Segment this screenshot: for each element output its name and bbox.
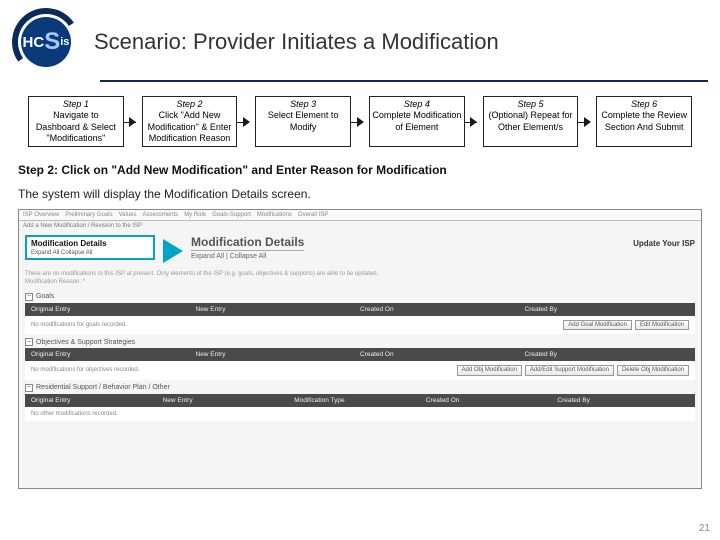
page-number: 21 bbox=[699, 523, 710, 534]
step-flow: Step 1 Navigate to Dashboard & Select "M… bbox=[0, 82, 720, 157]
delete-obj-button[interactable]: Delete Obj Modification bbox=[617, 365, 689, 376]
add-support-button[interactable]: Add/Edit Support Modification bbox=[525, 365, 614, 376]
ss-expand-collapse: Expand All | Collapse All bbox=[191, 253, 695, 260]
ss-section-goals: − Goals bbox=[25, 291, 695, 303]
add-goal-button[interactable]: Add Goal Modification bbox=[563, 320, 632, 331]
step-1: Step 1 Navigate to Dashboard & Select "M… bbox=[28, 96, 124, 147]
ss-subtab: Add a New Modification / Revision to the… bbox=[19, 221, 701, 231]
callout-arrow-icon bbox=[155, 235, 191, 263]
collapse-icon: − bbox=[25, 338, 33, 346]
collapse-icon: − bbox=[25, 384, 33, 392]
edit-mod-button[interactable]: Edit Modification bbox=[635, 320, 689, 331]
ss-section-objectives: − Objectives & Support Strategies bbox=[25, 336, 695, 348]
empty-row-text: No modifications for goals recorded. bbox=[31, 322, 127, 328]
ss-section-residential: − Residential Support / Behavior Plan / … bbox=[25, 382, 695, 394]
ss-update-label: Update Your ISP bbox=[633, 239, 695, 248]
collapse-icon: − bbox=[25, 293, 33, 301]
page-title: Scenario: Provider Initiates a Modificat… bbox=[80, 29, 708, 55]
empty-row-text: No other modifications recorded. bbox=[31, 411, 118, 417]
ss-tabs: ISP Overview Preliminary Goals Values As… bbox=[19, 210, 701, 221]
highlight-left-panel: Modification Details Expand All Collapse… bbox=[25, 235, 155, 260]
step-6: Step 6 Complete the Review Section And S… bbox=[596, 96, 692, 147]
step-4: Step 4 Complete Modification of Element bbox=[369, 96, 465, 147]
table-header: Original Entry New Entry Modification Ty… bbox=[25, 394, 695, 407]
embedded-screenshot: ISP Overview Preliminary Goals Values As… bbox=[18, 209, 702, 489]
table-header: Original Entry New Entry Created On Crea… bbox=[25, 303, 695, 316]
empty-row-text: No modifications for objectives recorded… bbox=[31, 367, 139, 373]
add-obj-button[interactable]: Add Obj Modification bbox=[457, 365, 522, 376]
ss-main-title: Modification Details bbox=[191, 235, 304, 251]
step-subtitle: Step 2: Click on "Add New Modification" … bbox=[0, 157, 720, 181]
hcsis-logo: HCSis bbox=[12, 8, 80, 76]
ss-instruction-text: There are no modifications to this ISP a… bbox=[25, 271, 695, 287]
step-2: Step 2 Click "Add New Modification" & En… bbox=[142, 96, 238, 147]
step-description: The system will display the Modification… bbox=[0, 181, 720, 209]
step-3: Step 3 Select Element to Modify bbox=[255, 96, 351, 147]
step-5: Step 5 (Optional) Repeat for Other Eleme… bbox=[483, 96, 579, 147]
table-header: Original Entry New Entry Created On Crea… bbox=[25, 348, 695, 361]
